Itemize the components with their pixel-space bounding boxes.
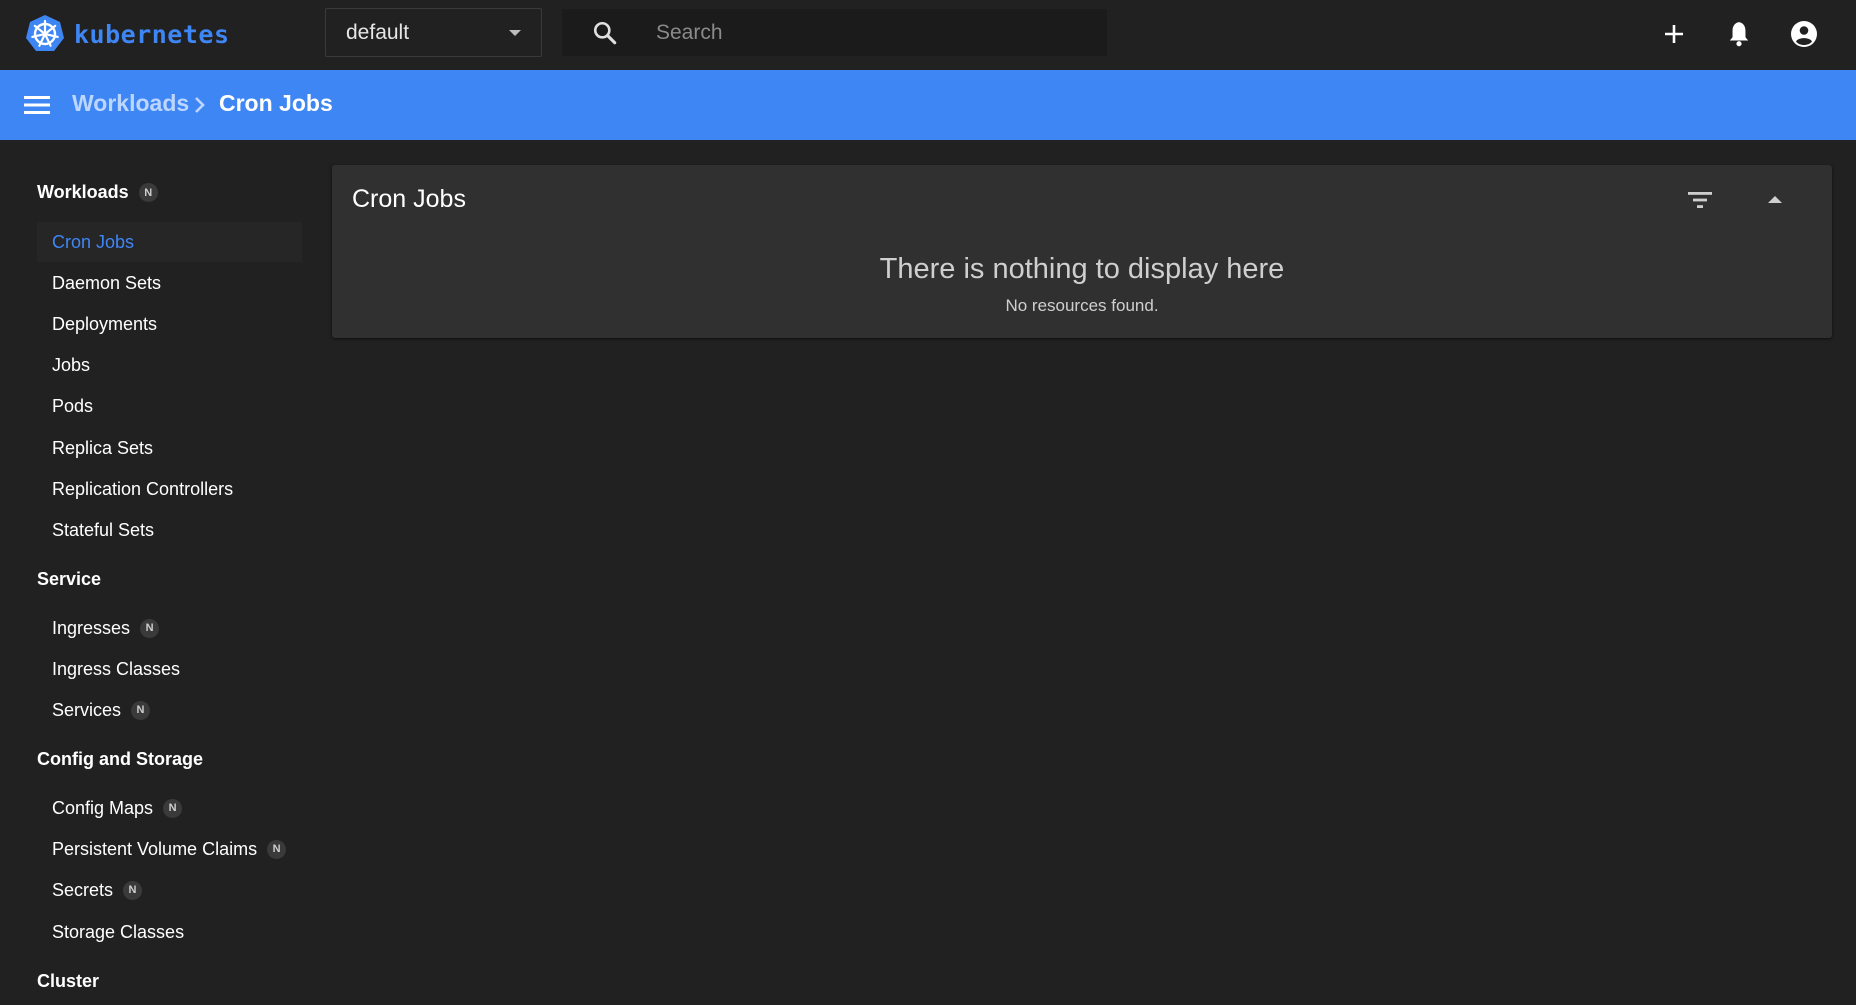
sidebar-item-label: Jobs (52, 354, 91, 375)
new-badge: N (163, 798, 183, 818)
collapse-arrow-icon[interactable] (1760, 187, 1790, 213)
sidebar-item-cron-jobs[interactable]: Cron Jobs (37, 222, 302, 262)
bell-icon (1729, 22, 1749, 47)
sidebar-item-label: Ingresses (52, 617, 131, 638)
new-badge: N (140, 618, 160, 638)
sidebar-item-label: Replica Sets (52, 437, 154, 458)
sidebar-item-label: Secrets (52, 879, 114, 900)
sidebar-item-label: Pods (52, 395, 94, 416)
sidebar-item-label: Stateful Sets (52, 519, 155, 540)
sidebar-item-jobs[interactable]: Jobs (37, 345, 302, 385)
sidebar-item-ingresses[interactable]: Ingresses N (37, 608, 302, 648)
sidebar-item-label: Daemon Sets (52, 272, 162, 293)
sidebar-item-storage-classes[interactable]: Storage Classes (37, 912, 302, 952)
breadcrumb-workloads-link[interactable]: Workloads (72, 90, 189, 117)
search-box (562, 9, 1107, 56)
search-icon[interactable] (592, 20, 618, 46)
new-badge: N (123, 880, 143, 900)
brand-wordmark: kubernetes (74, 19, 230, 49)
menu-icon[interactable] (22, 92, 52, 118)
plus-icon (1665, 25, 1683, 43)
new-badge: N (131, 700, 151, 720)
sidebar-item-label: Deployments (52, 313, 158, 334)
search-input[interactable] (654, 9, 1094, 56)
account-button[interactable] (1784, 14, 1824, 54)
sidebar-item-replication-controllers[interactable]: Replication Controllers (37, 469, 302, 509)
chevron-right-icon (195, 97, 205, 113)
card-title: Cron Jobs (352, 185, 466, 213)
namespace-select-value: default (346, 20, 410, 44)
breadcrumb-bar: Workloads Cron Jobs (0, 70, 1856, 140)
sidebar-item-replica-sets[interactable]: Replica Sets (37, 428, 302, 468)
sidebar-item-pods[interactable]: Pods (37, 386, 302, 426)
sidebar-item-stateful-sets[interactable]: Stateful Sets (37, 510, 302, 550)
new-badge: N (267, 839, 287, 859)
sidebar-item-persistent-volume-claims[interactable]: Persistent Volume Claims N (37, 829, 302, 869)
namespace-select[interactable]: default (325, 8, 542, 57)
cron-jobs-card: Cron Jobs There is nothing to display he… (332, 165, 1832, 338)
sidebar-item-config-maps[interactable]: Config Maps N (37, 788, 302, 828)
notifications-button[interactable] (1719, 14, 1759, 54)
sidebar-item-label: Services (52, 699, 122, 720)
brand-logo-link[interactable]: kubernetes (24, 12, 230, 56)
sidebar-item-label: Persistent Volume Claims (52, 838, 258, 859)
empty-state-title: There is nothing to display here (879, 253, 1285, 285)
sidebar-nav: Workloads N Cron Jobs Daemon Sets Deploy… (0, 140, 310, 1005)
create-button[interactable] (1654, 14, 1694, 54)
sidebar-item-label: Config Maps (52, 797, 154, 818)
top-toolbar: kubernetes default (0, 0, 1856, 70)
sidebar-item-label: Storage Classes (52, 921, 185, 942)
filter-icon[interactable] (1685, 187, 1715, 213)
sidebar-item-services[interactable]: Services N (37, 690, 302, 730)
sidebar-section-label: Workloads (37, 182, 129, 202)
sidebar-section-config-and-storage[interactable]: Config and Storage (37, 749, 203, 770)
sidebar-item-daemon-sets[interactable]: Daemon Sets (37, 263, 302, 303)
breadcrumb-current: Cron Jobs (219, 90, 333, 116)
sidebar-section-workloads[interactable]: Workloads N (37, 182, 158, 203)
sidebar-section-label: Cluster (37, 971, 100, 991)
account-circle-icon (1791, 21, 1817, 47)
sidebar-item-label: Replication Controllers (52, 478, 234, 499)
chevron-down-icon (509, 30, 521, 36)
new-badge: N (138, 183, 158, 202)
sidebar-item-secrets[interactable]: Secrets N (37, 870, 302, 910)
sidebar-item-label: Ingress Classes (52, 658, 181, 679)
sidebar-section-label: Service (37, 569, 102, 589)
sidebar-item-deployments[interactable]: Deployments (37, 304, 302, 344)
empty-state-subtitle: No resources found. (1005, 296, 1159, 315)
sidebar-section-service[interactable]: Service (37, 569, 101, 590)
sidebar-item-label: Cron Jobs (52, 231, 135, 252)
sidebar-section-label: Config and Storage (37, 749, 203, 769)
kubernetes-logo-icon (26, 15, 64, 51)
sidebar-section-cluster[interactable]: Cluster (37, 971, 99, 992)
sidebar-item-ingress-classes[interactable]: Ingress Classes (37, 649, 302, 689)
